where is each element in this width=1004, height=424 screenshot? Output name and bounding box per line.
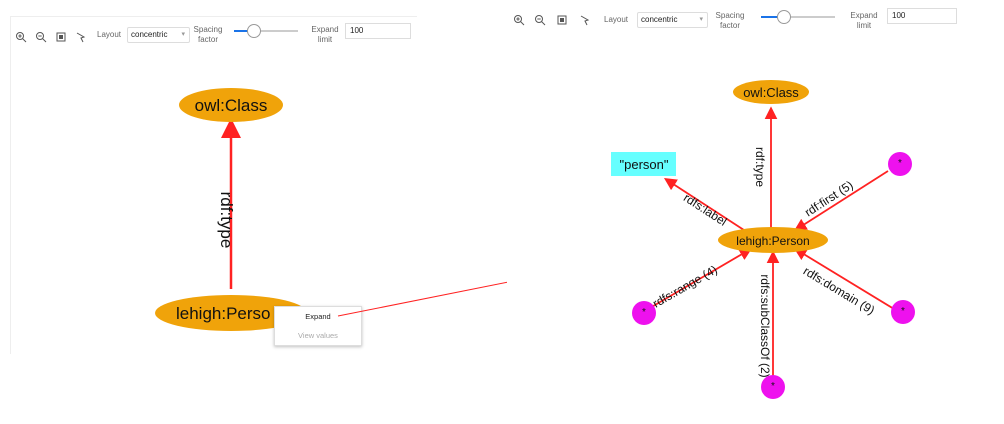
node-blank-first-label: *	[898, 158, 902, 169]
spacing-label-line2: factor	[719, 21, 740, 30]
layout-select[interactable]: concentric ▾	[637, 12, 708, 28]
edge-label-rdfs-range: rdfs:range (4)	[650, 262, 719, 310]
zoom-in-icon[interactable]	[513, 14, 525, 26]
right-graph-svg: rdf:type rdfs:label rdf:first (5) rdfs:r…	[611, 80, 915, 399]
right-toolbar: Layout concentric ▾ Spacing factor Expan…	[507, 0, 997, 42]
edge-label-rdfs-domain: rdfs:domain (9)	[801, 264, 877, 318]
spacing-label: Spacing factor	[713, 11, 747, 31]
right-graph-panel: Layout concentric ▾ Spacing factor Expan…	[507, 0, 997, 419]
chevron-down-icon: ▾	[699, 16, 703, 23]
node-person-literal-label: "person"	[620, 157, 669, 172]
right-graph-canvas[interactable]: rdf:type rdfs:label rdf:first (5) rdfs:r…	[507, 42, 997, 419]
spacing-label-line1: Spacing	[715, 11, 745, 20]
expand-limit-label: Expand limit	[847, 11, 881, 31]
spacing-slider-handle[interactable]	[777, 10, 792, 24]
expand-label-line1: Expand	[850, 11, 878, 20]
expand-limit-input[interactable]: 100	[887, 8, 957, 24]
edge-label-rdf-first: rdf:first (5)	[802, 178, 855, 220]
spacing-slider[interactable]	[761, 10, 835, 24]
edge-label-rdfs-subclassof: rdfs:subClassOf (2)	[758, 274, 772, 377]
layout-select-value: concentric	[641, 15, 678, 24]
select-icon[interactable]	[579, 14, 591, 26]
node-lehigh-person-label: lehigh:Person	[736, 234, 809, 248]
expand-label-line2: limit	[856, 21, 872, 30]
layout-label: Layout	[604, 15, 629, 24]
node-blank-subclassof-label: *	[771, 381, 775, 392]
node-owl-class-label: owl:Class	[743, 85, 799, 100]
edge-label-rdf-type: rdf:type	[753, 147, 767, 187]
edge-rdf-first[interactable]	[793, 170, 889, 231]
zoom-out-icon[interactable]	[534, 14, 546, 26]
fit-icon[interactable]	[556, 14, 568, 26]
edge-label-rdfs-label: rdfs:label	[681, 191, 729, 229]
node-blank-range-label: *	[642, 307, 646, 318]
node-blank-domain-label: *	[901, 306, 905, 317]
